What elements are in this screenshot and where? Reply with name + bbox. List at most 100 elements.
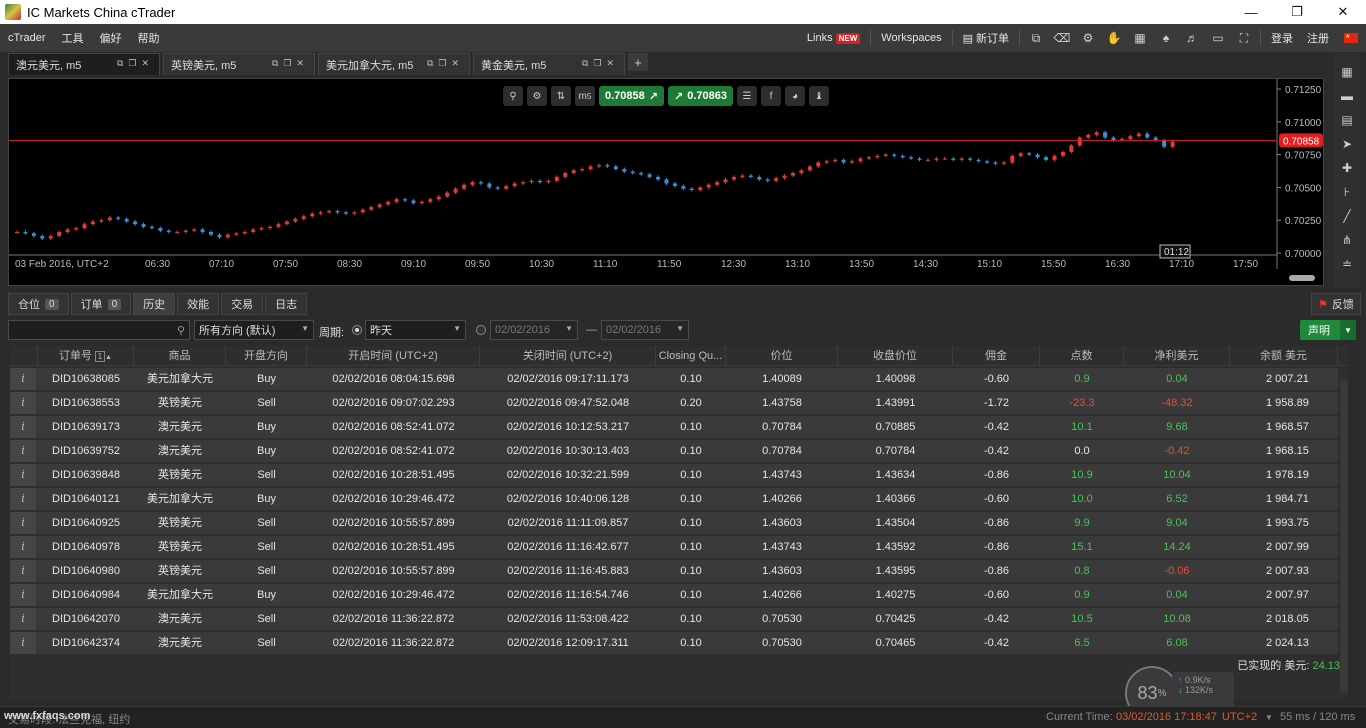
crosshair-icon[interactable]: ✚ <box>1338 159 1356 177</box>
split-layout-icon[interactable]: ▤ <box>1338 111 1356 129</box>
tab-orders[interactable]: 订单 0 <box>70 293 132 315</box>
sell-price-button[interactable]: 0.70858 ↗ <box>599 86 664 106</box>
table-row[interactable]: i DID10639173 澳元美元 Buy 02/02/2016 08:52:41.0… <box>10 416 1338 438</box>
column-header[interactable]: 价位 <box>726 346 838 366</box>
info-icon[interactable]: i <box>10 464 36 486</box>
tab-controls-icon[interactable]: ⧉❐✕ <box>427 58 464 69</box>
tab-controls-icon[interactable]: ⧉❐✕ <box>117 58 154 69</box>
info-icon[interactable]: i <box>10 536 36 558</box>
info-icon[interactable]: i <box>10 440 36 462</box>
add-tab-button[interactable]: + <box>628 53 648 71</box>
table-scrollbar[interactable] <box>1340 380 1348 692</box>
workspaces-button[interactable]: Workspaces <box>874 24 948 52</box>
sound-icon[interactable]: ♬ <box>1179 24 1205 52</box>
grid-layout-icon[interactable]: ▦ <box>1338 63 1356 81</box>
column-header[interactable]: 订单号 1 ▲ <box>38 346 134 366</box>
register-button[interactable]: 注册 <box>1300 24 1336 52</box>
info-icon[interactable]: i <box>10 512 36 534</box>
tab-controls-icon[interactable]: ⧉❐✕ <box>272 58 309 69</box>
period-select[interactable]: 昨天 ▼ <box>365 320 466 340</box>
timeframe-m5-icon[interactable]: m5 <box>575 86 595 106</box>
trader-icon[interactable]: ♝ <box>808 86 829 106</box>
indicators-icon[interactable]: ⇅ <box>551 86 571 106</box>
table-row[interactable]: i DID10640925 英镑美元 Sell 02/02/2016 10:55:57.… <box>10 512 1338 534</box>
info-icon[interactable]: i <box>10 560 36 582</box>
tab-trades[interactable]: 交易 <box>221 293 264 315</box>
table-row[interactable]: i DID10642070 澳元美元 Sell 02/02/2016 11:36:22.… <box>10 608 1338 630</box>
period-radio[interactable] <box>352 325 362 335</box>
table-row[interactable]: i DID10639848 英镑美元 Sell 02/02/2016 10:28:51.… <box>10 464 1338 486</box>
column-header[interactable]: 开盘方向 <box>226 346 307 366</box>
feedback-button[interactable]: ⚑ 反馈 <box>1311 293 1361 315</box>
layout-icon[interactable]: ⧉ <box>1023 24 1049 52</box>
single-layout-icon[interactable]: ▬ <box>1338 87 1356 105</box>
column-header[interactable]: 点数 <box>1040 346 1124 366</box>
language-flag-icon[interactable] <box>1344 33 1358 43</box>
sync-icon[interactable]: ⚙ <box>1075 24 1101 52</box>
declare-button[interactable]: 声明 ▼ <box>1300 320 1356 340</box>
timezone-select[interactable]: UTC+2 <box>1222 711 1257 723</box>
tab-controls-icon[interactable]: ⧉❐✕ <box>582 58 619 69</box>
info-icon[interactable]: i <box>10 488 36 510</box>
column-header[interactable]: 余额 美元 <box>1230 346 1338 366</box>
trend-line-icon[interactable]: ╱ <box>1338 207 1356 225</box>
table-row[interactable]: i DID10639752 澳元美元 Buy 02/02/2016 08:52:41.0… <box>10 440 1338 462</box>
column-header[interactable]: 佣金 <box>953 346 1040 366</box>
info-icon[interactable]: i <box>10 392 36 414</box>
menu-ctrader[interactable]: cTrader <box>0 32 54 44</box>
close-icon[interactable]: ✕ <box>1320 0 1366 24</box>
bell-icon[interactable]: ♠ <box>1153 24 1179 52</box>
info-icon[interactable]: i <box>10 368 36 390</box>
price-chart[interactable]: 0.71250 0.71000 0.70750 0.70500 0.70250 0.700… <box>8 78 1324 286</box>
chevron-down-icon[interactable]: ▼ <box>1265 713 1273 722</box>
info-icon[interactable]: i <box>10 632 36 654</box>
measure-icon[interactable]: ⊦ <box>1338 183 1356 201</box>
new-order-button[interactable]: ▤ 新订单 <box>956 24 1016 52</box>
login-button[interactable]: 登录 <box>1264 24 1300 52</box>
column-header[interactable]: 净利美元 <box>1124 346 1230 366</box>
chevron-down-icon[interactable]: ▼ <box>1340 320 1356 340</box>
buy-price-button[interactable]: ↗ 0.70863 <box>667 86 733 106</box>
direction-select[interactable]: 所有方向 (默认) ▼ <box>194 320 314 340</box>
maximize-icon[interactable]: ❐ <box>1274 0 1320 24</box>
minimize-icon[interactable]: — <box>1228 0 1274 24</box>
info-icon[interactable]: i <box>10 584 36 606</box>
chart-scrollbar[interactable] <box>1289 275 1315 281</box>
list-icon[interactable]: ☰ <box>736 86 757 106</box>
chat-icon[interactable]: ⌫ <box>1049 24 1075 52</box>
cursor-icon[interactable]: ➤ <box>1338 135 1356 153</box>
menu-help[interactable]: 帮助 <box>130 30 168 46</box>
date-range-radio[interactable] <box>476 325 486 335</box>
column-header[interactable]: 开启时间 (UTC+2) <box>307 346 480 366</box>
chart-tab-gbpusd[interactable]: 英镑美元, m5 ⧉❐✕ <box>163 53 315 75</box>
chart-canvas[interactable]: 0.71250 0.71000 0.70750 0.70500 0.70250 0.700… <box>9 79 1325 287</box>
tab-history[interactable]: 历史 <box>133 293 176 315</box>
tab-journal[interactable]: 日志 <box>265 293 308 315</box>
chart-settings-icon[interactable]: ⚙ <box>527 86 547 106</box>
column-header[interactable]: 关闭时间 (UTC+2) <box>480 346 656 366</box>
table-row[interactable]: i DID10640984 美元加拿大元 Buy 02/02/2016 10:29:46… <box>10 584 1338 606</box>
info-icon[interactable]: i <box>10 416 36 438</box>
menu-preferences[interactable]: 偏好 <box>92 30 130 46</box>
column-header[interactable]: 商品 <box>134 346 226 366</box>
pitchfork-icon[interactable]: ⋔ <box>1338 231 1356 249</box>
table-row[interactable]: i DID10640980 英镑美元 Sell 02/02/2016 10:55:57.… <box>10 560 1338 582</box>
tab-performance[interactable]: 效能 <box>177 293 220 315</box>
tab-positions[interactable]: 仓位 0 <box>8 293 69 315</box>
chart-tab-xauusd[interactable]: 黄金美元, m5 ⧉❐✕ <box>473 53 625 75</box>
hand-icon[interactable]: ✋ <box>1101 24 1127 52</box>
window-mode-icon[interactable]: ▭ <box>1205 24 1231 52</box>
date-to-field[interactable]: 02/02/2016 ▼ <box>601 320 689 340</box>
fibonacci-icon[interactable]: ≐ <box>1338 255 1356 273</box>
search-input[interactable]: ⚲ <box>8 320 190 340</box>
zoom-icon[interactable]: ⚲ <box>503 86 523 106</box>
table-row[interactable]: i DID10640121 美元加拿大元 Buy 02/02/2016 10:29:46… <box>10 488 1338 510</box>
table-row[interactable]: i DID10638553 英镑美元 Sell 02/02/2016 09:07:02.… <box>10 392 1338 414</box>
calculator-icon[interactable]: ▦ <box>1127 24 1153 52</box>
date-from-field[interactable]: 02/02/2016 ▼ <box>490 320 578 340</box>
table-row[interactable]: i DID10638085 美元加拿大元 Buy 02/02/2016 08:04:15… <box>10 368 1338 390</box>
chart-tab-audusd[interactable]: 澳元美元, m5 ⧉❐✕ <box>8 53 160 75</box>
column-header[interactable]: 收盘价位 <box>838 346 953 366</box>
info-icon[interactable]: i <box>10 608 36 630</box>
chart-tab-usdcad[interactable]: 美元加拿大元, m5 ⧉❐✕ <box>318 53 470 75</box>
